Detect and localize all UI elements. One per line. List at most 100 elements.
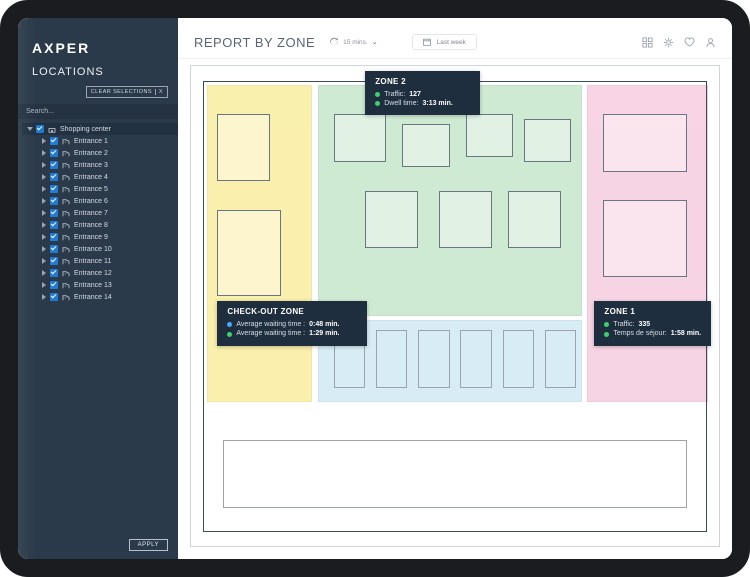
status-dot-icon xyxy=(604,322,609,327)
checkout-m1-label: Average waiting time : xyxy=(236,320,305,329)
door-icon xyxy=(62,186,70,192)
zone2-label: ZONE 2 Traffic: 127 Dwell time: 3:13 min… xyxy=(365,71,480,116)
checkbox-icon[interactable] xyxy=(50,149,58,157)
page-title: REPORT BY ZONE xyxy=(194,35,315,50)
tree-entrance-label: Entrance 10 xyxy=(74,246,112,253)
tree-entrance-label: Entrance 11 xyxy=(74,258,111,265)
tree-entrance-label: Entrance 14 xyxy=(74,294,112,301)
tree-entrance-label: Entrance 6 xyxy=(74,198,108,205)
main-content: REPORT BY ZONE 15 mins. ⌄ Last week xyxy=(178,18,732,559)
checkbox-icon[interactable] xyxy=(50,293,58,301)
grid-icon[interactable] xyxy=(642,37,653,48)
door-icon xyxy=(62,282,70,288)
checkbox-icon[interactable] xyxy=(50,197,58,205)
checkbox-icon[interactable] xyxy=(36,125,44,133)
building-icon xyxy=(48,126,56,132)
tree-entrance[interactable]: Entrance 14 xyxy=(36,291,178,303)
refresh-icon xyxy=(329,37,339,47)
location-tree: Shopping center Entrance 1Entrance 2 Entr… xyxy=(18,119,178,535)
tree-entrance[interactable]: Entrance 11 xyxy=(36,255,178,267)
refresh-interval-dropdown[interactable]: 15 mins. ⌄ xyxy=(329,37,377,47)
zone2-title: ZONE 2 xyxy=(375,77,470,88)
bp-room xyxy=(402,124,450,167)
tree-entrance[interactable]: Entrance 8 xyxy=(36,219,178,231)
checkbox-icon[interactable] xyxy=(50,221,58,229)
zone1-sejour-value: 1:58 min. xyxy=(671,329,701,338)
door-icon xyxy=(62,198,70,204)
tree-root-label: Shopping center xyxy=(60,126,111,133)
chevron-right-icon xyxy=(42,198,46,204)
period-selector[interactable]: Last week xyxy=(412,34,477,50)
chevron-down-icon xyxy=(27,127,33,131)
close-icon: X xyxy=(155,89,163,95)
bp-room xyxy=(334,114,387,162)
tree-entrance-label: Entrance 9 xyxy=(74,234,108,241)
tree-entrance-label: Entrance 4 xyxy=(74,174,108,181)
gear-icon[interactable] xyxy=(663,37,674,48)
chevron-right-icon xyxy=(42,186,46,192)
search-input[interactable]: Search... xyxy=(18,104,178,119)
tree-entrance[interactable]: Entrance 13 xyxy=(36,279,178,291)
checkbox-icon[interactable] xyxy=(50,257,58,265)
checkout-m2-value: 1:29 min. xyxy=(309,329,339,338)
status-dot-icon xyxy=(375,92,380,97)
chevron-right-icon xyxy=(42,174,46,180)
bp-room xyxy=(524,119,572,162)
chevron-right-icon xyxy=(42,270,46,276)
user-icon[interactable] xyxy=(705,37,716,48)
tree-entrance-label: Entrance 13 xyxy=(74,282,112,289)
bp-room xyxy=(466,114,514,157)
search-placeholder: Search... xyxy=(26,108,54,115)
status-dot-icon xyxy=(604,332,609,337)
checkout-m1-value: 0:48 min. xyxy=(309,320,339,329)
tree-entrance[interactable]: Entrance 4 xyxy=(36,171,178,183)
chevron-right-icon xyxy=(42,282,46,288)
tree-entrance-label: Entrance 5 xyxy=(74,186,108,193)
checkbox-icon[interactable] xyxy=(50,173,58,181)
tree-entrance[interactable]: Entrance 10 xyxy=(36,243,178,255)
checkbox-icon[interactable] xyxy=(50,137,58,145)
chevron-right-icon xyxy=(42,258,46,264)
checkbox-icon[interactable] xyxy=(50,281,58,289)
tree-entrance[interactable]: Entrance 3 xyxy=(36,159,178,171)
bp-lane xyxy=(223,440,688,507)
checkbox-icon[interactable] xyxy=(50,209,58,217)
checkbox-icon[interactable] xyxy=(50,161,58,169)
checkbox-icon[interactable] xyxy=(50,233,58,241)
door-icon xyxy=(62,294,70,300)
period-label: Last week xyxy=(437,39,466,46)
status-dot-icon xyxy=(375,101,380,106)
chevron-right-icon xyxy=(42,150,46,156)
tree-root[interactable]: Shopping center xyxy=(22,123,178,135)
floorplan-canvas[interactable]: ZONE 2 Traffic: 127 Dwell time: 3:13 min… xyxy=(190,65,720,547)
checkbox-icon[interactable] xyxy=(50,269,58,277)
bp-shelf xyxy=(545,330,577,388)
zone1-sejour-label: Temps de séjour: xyxy=(613,329,666,338)
door-icon xyxy=(62,162,70,168)
zone1-traffic-label: Traffic: xyxy=(613,320,634,329)
checkbox-icon[interactable] xyxy=(50,185,58,193)
clear-selections-button[interactable]: CLEAR SELECTIONS X xyxy=(86,86,168,98)
chevron-right-icon xyxy=(42,246,46,252)
chevron-right-icon xyxy=(42,162,46,168)
refresh-interval-label: 15 mins. xyxy=(343,39,368,46)
tree-entrance[interactable]: Entrance 2 xyxy=(36,147,178,159)
door-icon xyxy=(62,234,70,240)
tree-entrance[interactable]: Entrance 5 xyxy=(36,183,178,195)
checkbox-icon[interactable] xyxy=(50,245,58,253)
tree-entrance[interactable]: Entrance 7 xyxy=(36,207,178,219)
tree-entrance[interactable]: Entrance 12 xyxy=(36,267,178,279)
tree-entrance[interactable]: Entrance 9 xyxy=(36,231,178,243)
heart-icon[interactable] xyxy=(684,37,695,48)
tablet-frame: AXPER LOCATIONS CLEAR SELECTIONS X Searc… xyxy=(0,0,750,577)
tree-entrance[interactable]: Entrance 6 xyxy=(36,195,178,207)
door-icon xyxy=(62,258,70,264)
tree-entrance[interactable]: Entrance 1 xyxy=(36,135,178,147)
zone2-dwell-value: 3:13 min. xyxy=(422,99,452,108)
apply-button[interactable]: APPLY xyxy=(129,539,168,551)
zone2-traffic-value: 127 xyxy=(409,90,421,99)
tree-entrance-label: Entrance 8 xyxy=(74,222,108,229)
bp-shelf xyxy=(460,330,492,388)
status-dot-icon xyxy=(227,332,232,337)
tree-entrance-label: Entrance 3 xyxy=(74,162,108,169)
